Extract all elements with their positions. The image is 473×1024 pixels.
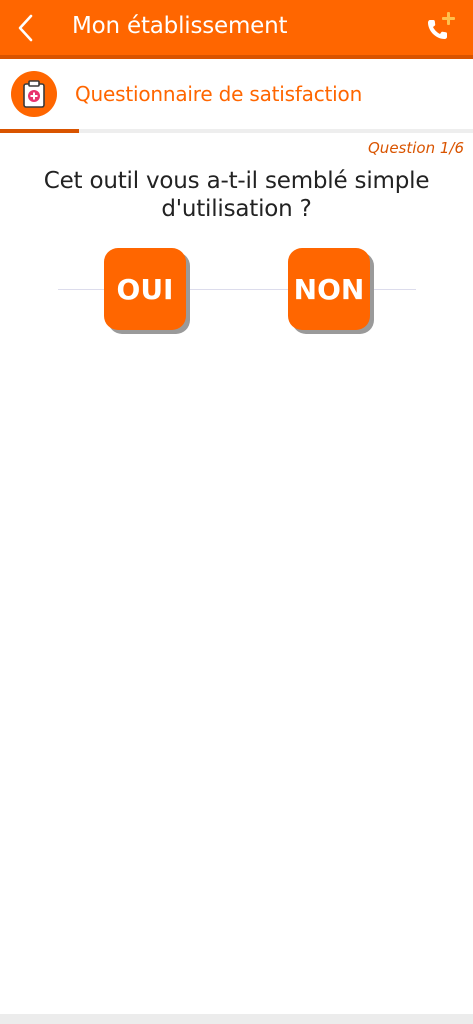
section-icon-badge xyxy=(11,71,57,117)
question-text: Cet outil vous a-t-il semblé simple d'ut… xyxy=(43,168,430,222)
phone-add-icon xyxy=(428,12,455,39)
section-title: Questionnaire de satisfaction xyxy=(75,82,363,106)
yes-button[interactable]: OUI xyxy=(104,248,186,330)
progress-fill xyxy=(0,129,79,133)
chevron-left-icon xyxy=(18,14,33,42)
page-title: Mon établissement xyxy=(72,13,288,39)
no-button[interactable]: NON xyxy=(288,248,370,330)
bottom-system-bar xyxy=(0,1014,473,1024)
section-header: Questionnaire de satisfaction xyxy=(0,59,473,129)
question-counter: Question 1/6 xyxy=(368,139,464,157)
app-screen: Mon établissement Questionnaire de satis… xyxy=(0,0,473,1024)
medical-clipboard-icon xyxy=(23,80,45,108)
back-button[interactable] xyxy=(10,12,42,44)
call-add-button[interactable] xyxy=(421,10,457,46)
top-app-bar: Mon établissement xyxy=(0,0,473,59)
progress-bar xyxy=(0,129,473,133)
